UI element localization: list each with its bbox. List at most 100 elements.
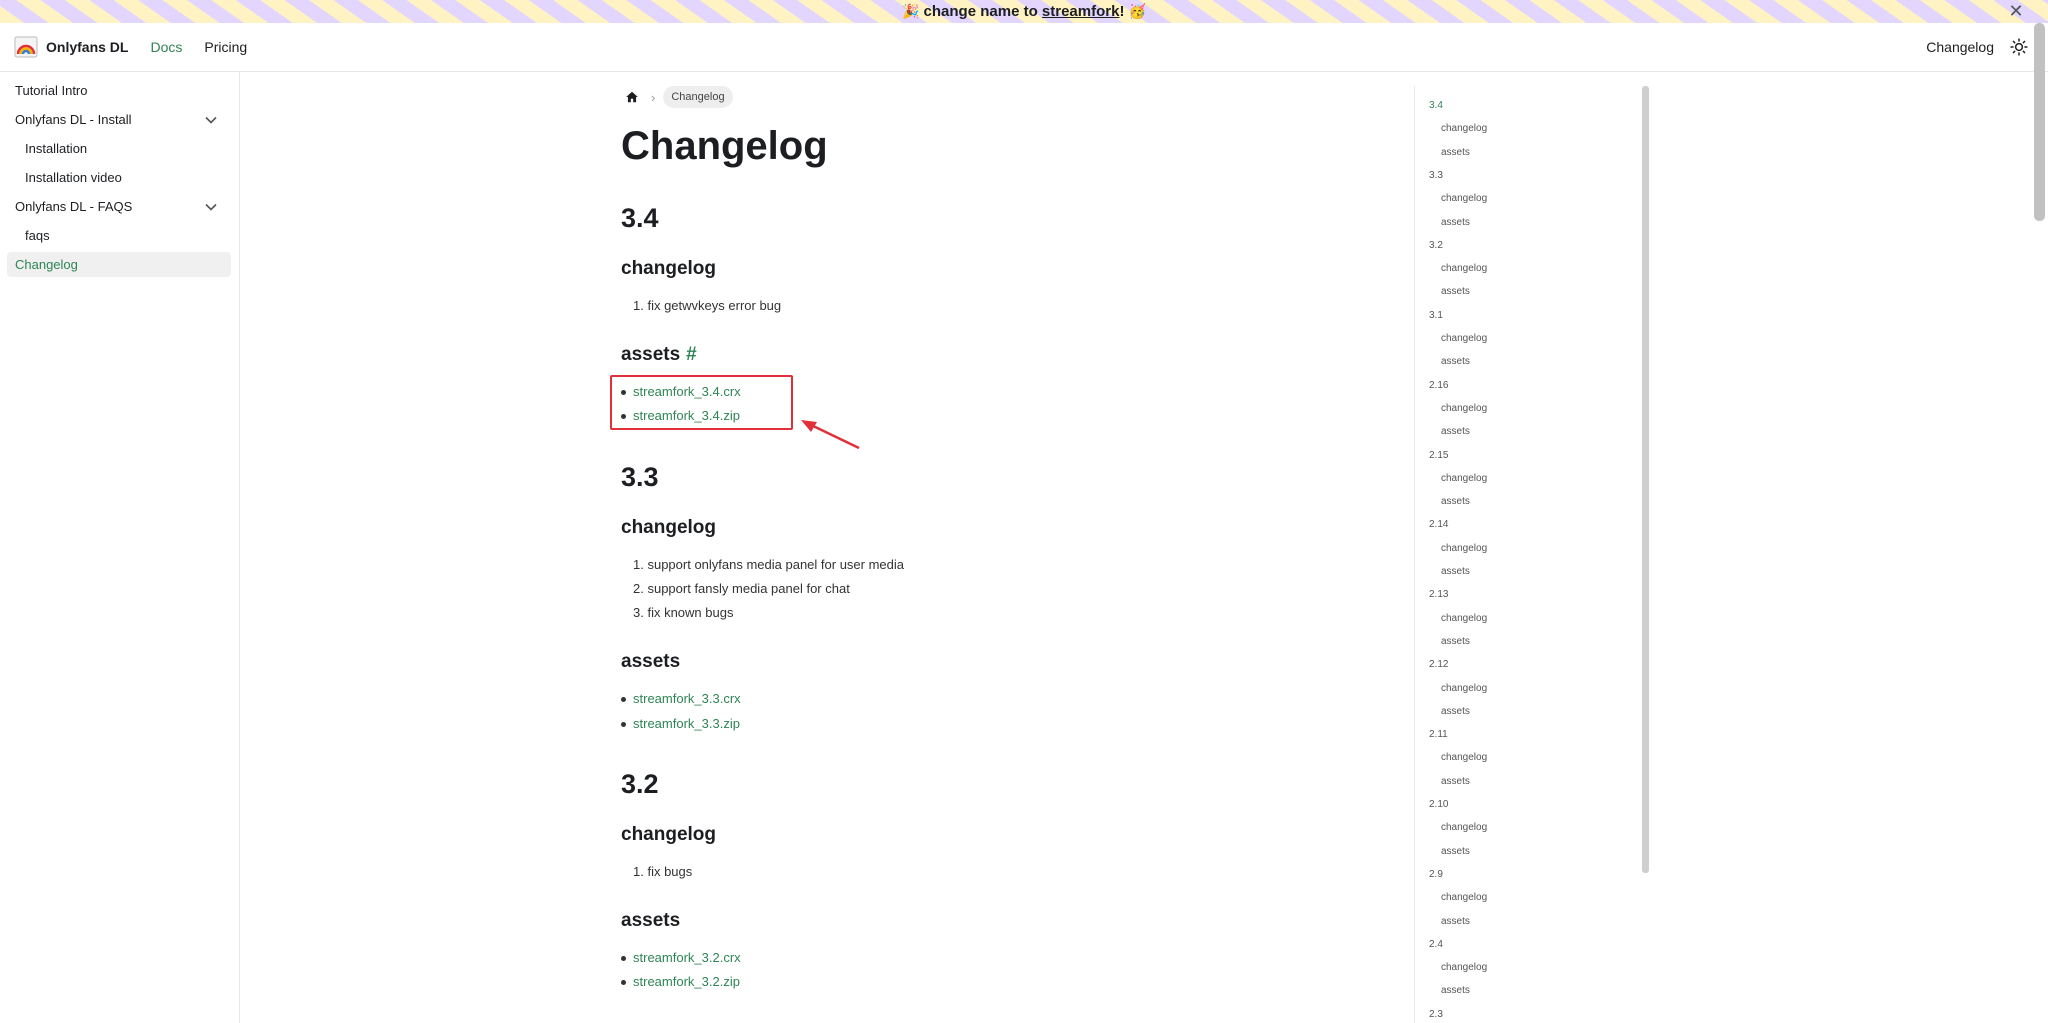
toc-item-assets[interactable]: assets: [1441, 985, 1470, 996]
toc-item-changelog[interactable]: changelog: [1441, 962, 1487, 973]
navbar: Onlyfans DL Docs Pricing Changelog: [0, 23, 2048, 72]
chevron-down-icon[interactable]: [199, 195, 223, 219]
annotation-arrow: [801, 420, 860, 450]
toc-item-version[interactable]: 3.4: [1429, 100, 1443, 111]
main-content: › Changelog Changelog 3.4 changelog 1. f…: [610, 72, 1401, 1023]
toc-item-assets[interactable]: assets: [1441, 636, 1470, 647]
sidebar-item-installation[interactable]: Installation: [7, 136, 231, 161]
sidebar-item-label: Installation: [25, 141, 88, 156]
announcement-link[interactable]: streamfork: [1042, 3, 1120, 20]
list-item: streamfork_3.3.crx: [621, 691, 741, 706]
toc-item-assets[interactable]: assets: [1441, 147, 1470, 158]
brand-link[interactable]: Onlyfans DL: [14, 35, 128, 59]
toc-item-assets[interactable]: assets: [1441, 566, 1470, 577]
toc-item-changelog[interactable]: changelog: [1441, 193, 1487, 204]
toc-item-changelog[interactable]: changelog: [1441, 263, 1487, 274]
nav-pricing[interactable]: Pricing: [204, 39, 247, 55]
sidebar-item-install[interactable]: Onlyfans DL - Install: [7, 107, 231, 132]
nav-docs[interactable]: Docs: [150, 39, 182, 55]
toc-item-version[interactable]: 2.3: [1429, 1009, 1443, 1020]
sidebar-item-faqs[interactable]: faqs: [7, 223, 231, 248]
toc-item-assets[interactable]: assets: [1441, 356, 1470, 367]
toc-item-changelog[interactable]: changelog: [1441, 403, 1487, 414]
toc-item-version[interactable]: 3.2: [1429, 240, 1443, 251]
assets-heading: assets #: [621, 344, 697, 365]
toc-item-changelog[interactable]: changelog: [1441, 683, 1487, 694]
highlight-box: [610, 375, 793, 430]
announcement-bar: 🎉 change name to streamfork ! 🥳 ✕: [0, 0, 2048, 23]
toc-item-changelog[interactable]: changelog: [1441, 543, 1487, 554]
list-item: 1. support onlyfans media panel for user…: [633, 557, 905, 572]
sidebar-item-changelog[interactable]: Changelog: [7, 252, 231, 277]
toc-item-assets[interactable]: assets: [1441, 426, 1470, 437]
toc-item-version[interactable]: 3.3: [1429, 170, 1443, 181]
sidebar-item-label: Tutorial Intro: [15, 83, 88, 98]
brand-name: Onlyfans DL: [46, 39, 129, 55]
sidebar-item-installation-video[interactable]: Installation video: [7, 165, 231, 190]
home-icon[interactable]: [621, 86, 643, 108]
sidebar-item-label: Installation video: [25, 170, 122, 185]
party-face-icon: 🥳: [1128, 3, 1146, 19]
close-icon[interactable]: ✕: [2004, 0, 2028, 23]
list-item: 1. fix bugs: [633, 864, 693, 879]
assets-heading: assets: [621, 910, 681, 931]
sun-icon[interactable]: [2008, 36, 2030, 58]
toc-item-changelog[interactable]: changelog: [1441, 822, 1487, 833]
logo-icon: [14, 36, 38, 58]
toc-item-assets[interactable]: assets: [1441, 776, 1470, 787]
version-heading: 3.3: [621, 462, 659, 492]
toc-item-assets[interactable]: assets: [1441, 846, 1470, 857]
toc-item-version[interactable]: 3.1: [1429, 310, 1443, 321]
toc-item-changelog[interactable]: changelog: [1441, 333, 1487, 344]
sidebar-item-tutorial-intro[interactable]: Tutorial Intro: [7, 78, 231, 103]
breadcrumb-current: Changelog: [663, 86, 733, 108]
breadcrumb-separator: ›: [651, 89, 656, 105]
toc-item-version[interactable]: 2.16: [1429, 380, 1448, 391]
sidebar-item-label: Onlyfans DL - FAQS: [15, 199, 133, 214]
sidebar-item-label: Changelog: [15, 257, 78, 272]
toc-item-version[interactable]: 2.14: [1429, 519, 1448, 530]
toc-item-assets[interactable]: assets: [1441, 496, 1470, 507]
toc-item-version[interactable]: 2.10: [1429, 799, 1448, 810]
party-popper-icon: 🎉: [902, 3, 920, 19]
changelog-heading: changelog: [621, 517, 717, 538]
toc-item-assets[interactable]: assets: [1441, 916, 1470, 927]
version-heading: 3.4: [621, 203, 659, 233]
toc-item-changelog[interactable]: changelog: [1441, 892, 1487, 903]
list-item: streamfork_3.2.zip: [621, 974, 740, 989]
toc-item-version[interactable]: 2.4: [1429, 939, 1443, 950]
toc-item-changelog[interactable]: changelog: [1441, 123, 1487, 134]
anchor-link[interactable]: #: [686, 344, 697, 365]
assets-heading: assets: [621, 651, 681, 672]
page-scrollbar[interactable]: [2034, 23, 2045, 221]
toc-item-assets[interactable]: assets: [1441, 217, 1470, 228]
toc-item-changelog[interactable]: changelog: [1441, 752, 1487, 763]
nav-changelog[interactable]: Changelog: [1926, 39, 1994, 55]
version-heading: 3.2: [621, 769, 659, 799]
toc-item-version[interactable]: 2.15: [1429, 450, 1448, 461]
sidebar-item-faqs-category[interactable]: Onlyfans DL - FAQS: [7, 194, 231, 219]
chevron-down-icon[interactable]: [199, 108, 223, 132]
asset-link[interactable]: streamfork_3.2.zip: [633, 974, 740, 989]
sidebar-item-label: faqs: [25, 228, 50, 243]
toc-scrollbar[interactable]: [1642, 86, 1649, 873]
list-item: 3. fix known bugs: [633, 605, 734, 620]
toc-item-version[interactable]: 2.9: [1429, 869, 1443, 880]
toc-item-changelog[interactable]: changelog: [1441, 473, 1487, 484]
asset-link[interactable]: streamfork_3.2.crx: [633, 950, 741, 965]
asset-link[interactable]: streamfork_3.3.crx: [633, 691, 741, 706]
toc-item-changelog[interactable]: changelog: [1441, 613, 1487, 624]
toc-item-assets[interactable]: assets: [1441, 286, 1470, 297]
table-of-contents: 3.4 changelog assets 3.3 changelog assets 3.2 c…: [1414, 86, 1644, 1023]
list-item: 2. support fansly media panel for chat: [633, 581, 850, 596]
announcement-text-end: !: [1119, 3, 1125, 20]
changelog-heading: changelog: [621, 824, 717, 845]
toc-item-version[interactable]: 2.13: [1429, 589, 1448, 600]
toc-item-version[interactable]: 2.11: [1429, 729, 1448, 740]
list-item: streamfork_3.2.crx: [621, 950, 741, 965]
docs-sidebar: Tutorial Intro Onlyfans DL - Install Ins…: [0, 72, 240, 1023]
asset-link[interactable]: streamfork_3.3.zip: [633, 716, 740, 731]
toc-item-version[interactable]: 2.12: [1429, 659, 1448, 670]
sidebar-item-label: Onlyfans DL - Install: [15, 112, 132, 127]
toc-item-assets[interactable]: assets: [1441, 706, 1470, 717]
